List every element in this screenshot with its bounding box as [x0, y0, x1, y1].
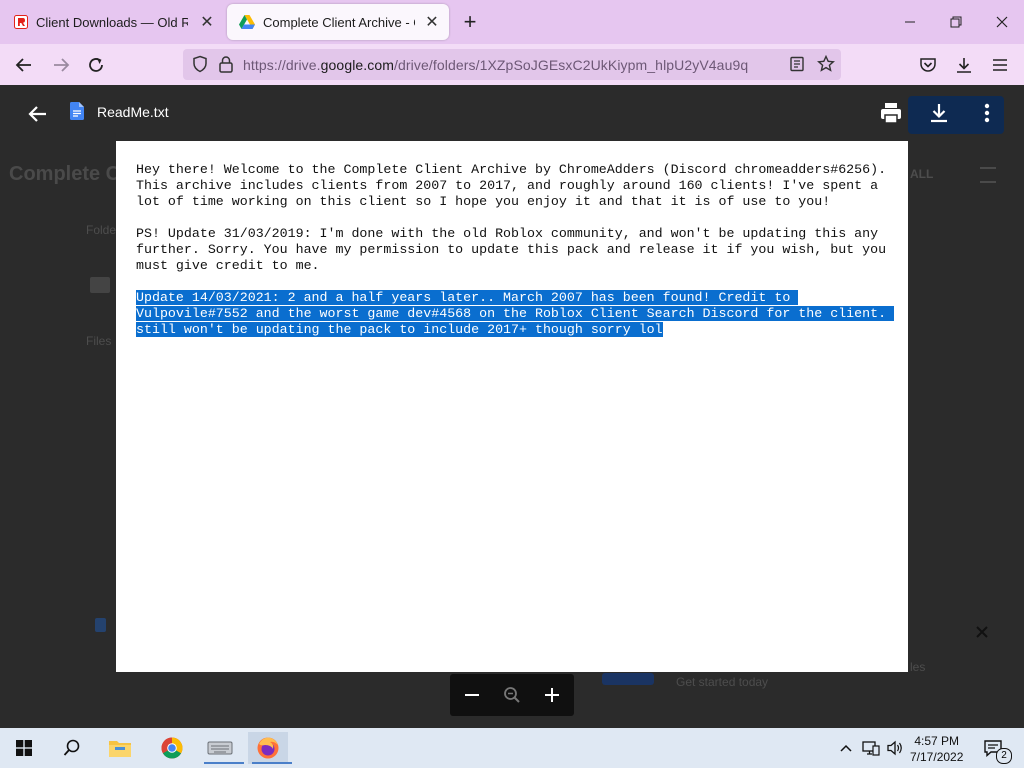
- notification-count-badge: 2: [996, 748, 1012, 764]
- taskbar-active-indicator: [204, 762, 244, 764]
- menu-hamburger-icon[interactable]: [987, 52, 1013, 78]
- paragraph-welcome: Hey there! Welcome to the Complete Clien…: [136, 162, 887, 209]
- files-label-ghost: Files: [86, 334, 112, 348]
- url-text[interactable]: https://drive.google.com/drive/folders/1…: [243, 57, 748, 73]
- folder-icon: [90, 277, 110, 293]
- zoom-magnifier-icon[interactable]: [499, 682, 525, 708]
- lock-icon[interactable]: [218, 55, 234, 73]
- selected-line: Vulpovile#7552 and the worst game dev#45…: [136, 306, 895, 321]
- bookmark-star-icon[interactable]: [817, 55, 835, 73]
- back-arrow-icon[interactable]: [11, 52, 37, 78]
- zoom-controls: [450, 674, 574, 716]
- file-explorer-icon[interactable]: [100, 732, 140, 764]
- forward-arrow-icon[interactable]: [48, 52, 74, 78]
- notice-image: [602, 673, 654, 685]
- restore-icon[interactable]: [942, 8, 970, 36]
- firefox-icon[interactable]: [248, 732, 292, 764]
- view-all-ghost: ALL: [910, 167, 934, 181]
- clock-date: 7/17/2022: [910, 750, 964, 764]
- dismiss-notice-close-icon[interactable]: [976, 626, 988, 638]
- notice-text-ghost-2: les: [910, 660, 926, 674]
- zoom-out-minus-icon[interactable]: [459, 682, 485, 708]
- document-body: Hey there! Welcome to the Complete Clien…: [136, 162, 906, 338]
- pocket-icon[interactable]: [915, 52, 941, 78]
- selected-line: still won't be updating the pack to incl…: [136, 322, 663, 337]
- reader-view-icon[interactable]: [789, 56, 805, 72]
- windows-start-icon[interactable]: [4, 732, 44, 764]
- tab-strip: Client Downloads — Old ROBLOX ✕ Complete…: [0, 0, 1024, 44]
- tab-close-icon[interactable]: ✕: [198, 13, 216, 31]
- print-icon[interactable]: [878, 100, 904, 126]
- tracking-shield-icon[interactable]: [191, 55, 209, 73]
- tab-title: Complete Client Archive - Google Drive: [263, 14, 415, 30]
- text-document-page[interactable]: Hey there! Welcome to the Complete Clien…: [116, 141, 908, 672]
- downloads-icon[interactable]: [951, 52, 977, 78]
- download-icon[interactable]: [926, 100, 952, 126]
- viewer-filename: ReadMe.txt: [97, 104, 169, 120]
- roblox-favicon-icon: [14, 15, 28, 29]
- network-icon[interactable]: [858, 732, 884, 764]
- volume-speaker-icon[interactable]: [882, 732, 908, 764]
- taskbar-active-indicator: [252, 762, 292, 764]
- selected-paragraph[interactable]: Update 14/03/2021: 2 and a half years la…: [136, 290, 906, 338]
- google-drive-favicon-icon: [239, 15, 255, 29]
- clock-time: 4:57 PM: [914, 734, 960, 748]
- show-hidden-icons-chevron-up-icon[interactable]: [834, 732, 858, 764]
- close-window-icon[interactable]: [988, 8, 1016, 36]
- folder-title-ghost: Complete C: [9, 163, 121, 185]
- folders-label-ghost: Folde: [86, 223, 117, 237]
- more-options-icon[interactable]: [974, 100, 1000, 126]
- minimize-icon[interactable]: [896, 8, 924, 36]
- google-docs-file-icon: [70, 102, 84, 120]
- tab-title: Client Downloads — Old ROBLOX: [36, 14, 188, 30]
- tab-complete-client-archive[interactable]: Complete Client Archive - Google Drive ✕: [227, 4, 449, 40]
- windows-taskbar: 2: [0, 728, 1024, 768]
- action-center-notifications-icon[interactable]: 2: [976, 732, 1012, 764]
- keyboard-app-icon[interactable]: [200, 732, 244, 764]
- tab-close-icon[interactable]: ✕: [423, 13, 441, 31]
- doc-file-icon: [95, 618, 106, 632]
- list-view-icon: [980, 167, 996, 183]
- new-tab-plus-icon[interactable]: +: [458, 9, 482, 34]
- notice-text-ghost: Get started today: [676, 675, 769, 689]
- zoom-in-plus-icon[interactable]: [539, 682, 565, 708]
- viewer-back-arrow-icon[interactable]: [24, 100, 52, 128]
- selected-line: Update 14/03/2021: 2 and a half years la…: [136, 290, 799, 305]
- navigation-bar: https://drive.google.com/drive/folders/1…: [0, 44, 1024, 85]
- address-bar[interactable]: https://drive.google.com/drive/folders/1…: [183, 49, 841, 80]
- paragraph-ps-update: PS! Update 31/03/2019: I'm done with the…: [136, 226, 887, 273]
- reload-icon[interactable]: [83, 52, 109, 78]
- chrome-icon[interactable]: [152, 732, 192, 764]
- taskbar-clock[interactable]: 4:57 PM 7/17/2022: [910, 733, 963, 765]
- search-icon[interactable]: [52, 732, 92, 764]
- tab-client-downloads[interactable]: Client Downloads — Old ROBLOX ✕: [2, 4, 224, 40]
